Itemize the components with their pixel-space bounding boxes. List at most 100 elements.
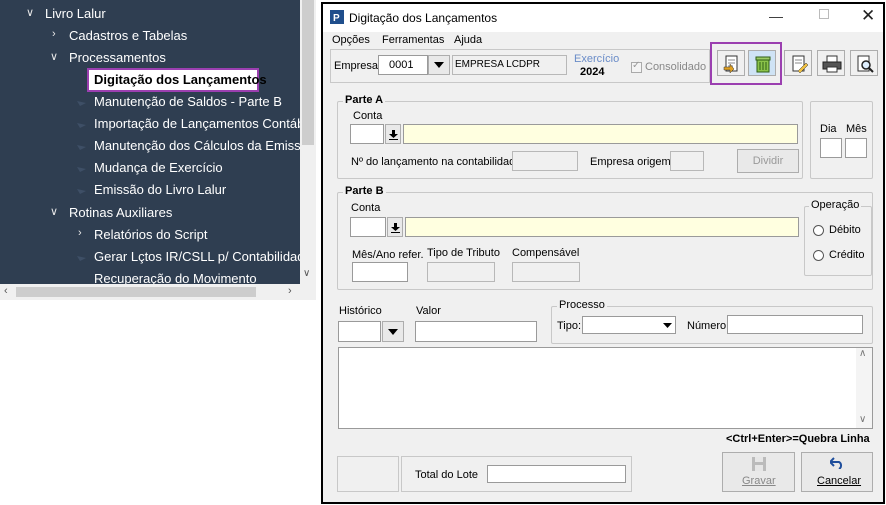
insert-record-button[interactable] <box>717 50 745 76</box>
trash-icon <box>755 56 771 73</box>
dropdown-arrow-icon <box>388 329 398 335</box>
menu-ferramentas[interactable]: Ferramentas <box>382 34 444 46</box>
menu-ajuda[interactable]: Ajuda <box>454 34 482 46</box>
tree-item-emissao-livro[interactable]: Emissão do Livro Lalur <box>94 180 226 200</box>
parte-b-conta-description[interactable] <box>405 217 799 237</box>
tree-item-livro-lalur[interactable]: Livro Lalur <box>45 4 106 24</box>
tree-item-gerar-lctos[interactable]: Gerar Lçtos IR/CSLL p/ Contabilidade <box>94 247 312 267</box>
chevron-down-icon[interactable]: ∨ <box>50 205 58 218</box>
dividir-button[interactable]: Dividir <box>737 149 799 173</box>
tree-item-rotinas-auxiliares[interactable]: Rotinas Auxiliares <box>69 203 172 223</box>
scroll-right-icon[interactable]: › <box>288 285 292 297</box>
chevron-right-icon[interactable]: › <box>52 28 56 40</box>
leaf-icon <box>77 189 86 194</box>
chevron-down-icon[interactable]: ∨ <box>50 50 58 63</box>
mesano-field[interactable] <box>352 262 408 282</box>
exercicio-value: 2024 <box>580 66 605 78</box>
delete-record-button[interactable] <box>748 50 776 76</box>
scroll-up-icon[interactable]: ∧ <box>859 348 866 359</box>
mesano-label: Mês/Ano refer. <box>352 249 424 261</box>
tree-item-processamentos[interactable]: Processamentos <box>69 48 166 68</box>
memo-scrollbar[interactable]: ∧ ∨ <box>856 348 872 428</box>
processo-numero-field[interactable] <box>727 315 863 334</box>
consolidado-checkbox[interactable]: ✓ <box>631 60 642 73</box>
historico-memo[interactable]: ∧ ∨ <box>338 347 873 429</box>
dropdown-arrow-icon <box>434 62 444 68</box>
digitacao-dialog: P Digitação dos Lançamentos — ✕ Opções F… <box>321 2 885 504</box>
app-logo-icon: P <box>330 10 344 24</box>
processo-numero-label: Número: <box>687 320 730 332</box>
scroll-down-icon[interactable]: ∨ <box>303 268 310 279</box>
tree-item-cadastros[interactable]: Cadastros e Tabelas <box>69 26 187 46</box>
parte-a-conta-lookup-button[interactable] <box>385 124 401 144</box>
edit-record-button[interactable] <box>784 50 812 76</box>
empresa-code-field[interactable]: 0001 <box>378 55 428 75</box>
processo-tipo-label: Tipo: <box>557 320 582 332</box>
tree-item-mudanca-exercicio[interactable]: Mudança de Exercício <box>94 158 223 178</box>
close-icon[interactable]: ✕ <box>861 6 875 26</box>
tree-item-manutencao-calculos[interactable]: Manutenção dos Cálculos da Emissão <box>94 136 315 156</box>
valor-field[interactable] <box>415 321 537 342</box>
window-title: Digitação dos Lançamentos <box>349 11 498 25</box>
empresa-origem-field <box>670 151 704 171</box>
dia-field[interactable] <box>820 138 842 158</box>
scroll-down-icon[interactable]: ∨ <box>859 414 866 425</box>
tree-scroll-thumb[interactable] <box>302 0 314 145</box>
tree-hscroll-thumb[interactable] <box>16 287 256 297</box>
dia-label: Dia <box>820 123 837 135</box>
mes-field[interactable] <box>845 138 867 158</box>
empresa-dropdown-button[interactable] <box>428 55 450 75</box>
tree-item-importacao[interactable]: Importação de Lançamentos Contábe <box>94 114 312 134</box>
compensavel-label: Compensável <box>512 247 580 259</box>
magnifier-icon <box>857 55 874 73</box>
credito-label: Crédito <box>829 249 865 261</box>
exercicio-label: Exercício <box>574 53 620 65</box>
maximize-icon[interactable] <box>819 9 829 19</box>
nlanc-field <box>512 151 578 171</box>
parte-a-conta-description[interactable] <box>403 124 798 144</box>
parte-b-conta-field[interactable] <box>350 217 386 237</box>
operacao-title: Operação <box>809 199 862 211</box>
parte-b-group <box>337 192 873 290</box>
tipo-tributo-field <box>427 262 495 282</box>
tipo-tributo-label: Tipo de Tributo <box>427 247 500 259</box>
credito-radio[interactable] <box>813 250 824 261</box>
cancelar-label: Cancelar <box>817 475 862 487</box>
processo-tipo-select[interactable] <box>582 316 676 334</box>
print-button[interactable] <box>817 50 845 76</box>
historico-field[interactable] <box>338 321 381 342</box>
minimize-icon[interactable]: — <box>769 8 783 24</box>
document-add-icon <box>723 55 738 73</box>
chevron-right-icon[interactable]: › <box>78 227 82 239</box>
empresa-name-field: EMPRESA LCDPR <box>452 55 567 75</box>
preview-button[interactable] <box>850 50 878 76</box>
leaf-icon <box>77 101 86 106</box>
navigation-tree: ∨ Livro Lalur › Cadastros e Tabelas ∨ Pr… <box>0 0 316 300</box>
dropdown-arrow-icon <box>663 323 672 328</box>
valor-label: Valor <box>416 305 441 317</box>
gravar-label: Gravar <box>742 475 776 487</box>
debito-radio[interactable] <box>813 225 824 236</box>
parte-a-conta-field[interactable] <box>350 124 384 144</box>
total-lote-field[interactable] <box>487 465 626 483</box>
tree-item-recuperacao[interactable]: Recuperação do Movimento <box>94 270 257 284</box>
debito-label: Débito <box>829 224 861 236</box>
gravar-button[interactable]: Gravar <box>722 452 795 492</box>
document-edit-icon <box>792 55 808 73</box>
arrow-down-bar-icon <box>389 130 398 140</box>
parte-a-title: Parte A <box>343 94 386 106</box>
operacao-group <box>804 206 872 276</box>
menu-opcoes[interactable]: Opções <box>332 34 370 46</box>
tree-item-relatorios-script[interactable]: Relatórios do Script <box>94 225 207 245</box>
parte-b-conta-lookup-button[interactable] <box>387 217 403 237</box>
scroll-left-icon[interactable]: ‹ <box>4 285 8 297</box>
chevron-down-icon[interactable]: ∨ <box>26 6 34 19</box>
tree-clip: Recuperação do Movimento <box>0 270 300 284</box>
cancelar-button[interactable]: Cancelar <box>801 452 873 492</box>
tree-item-manutencao-saldos[interactable]: Manutenção de Saldos - Parte B <box>94 92 282 112</box>
mes-label: Mês <box>846 123 867 135</box>
historico-label: Histórico <box>339 305 382 317</box>
empresa-origem-label: Empresa origem: <box>590 156 674 168</box>
historico-dropdown-button[interactable] <box>382 321 404 342</box>
tree-item-digitacao[interactable]: Digitação dos Lançamentos <box>94 70 267 90</box>
